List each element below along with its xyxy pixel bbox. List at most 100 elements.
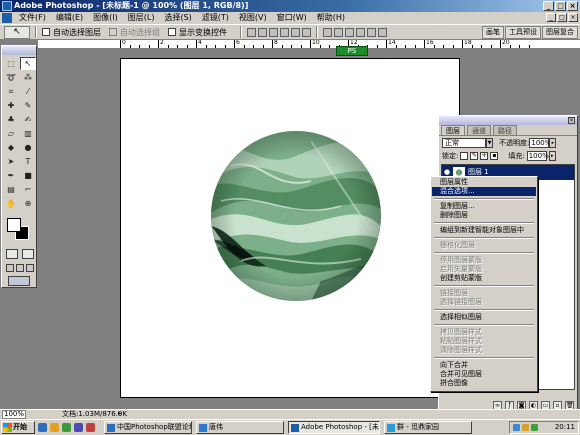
menu-window[interactable]: 窗口(W) xyxy=(272,12,312,24)
context-menu-item[interactable]: 删除图层 xyxy=(432,211,536,220)
type-tool-icon[interactable]: T xyxy=(20,155,36,168)
document-canvas[interactable] xyxy=(120,58,460,398)
move-tool-icon[interactable]: ↖ xyxy=(20,57,36,70)
document-icon[interactable] xyxy=(2,13,12,23)
lock-transparency-icon[interactable] xyxy=(460,151,469,160)
menu-file[interactable]: 文件(F) xyxy=(14,12,51,24)
menu-view[interactable]: 视图(V) xyxy=(234,12,272,24)
maximize-button[interactable]: □ xyxy=(555,1,566,11)
standard-screen-mode-icon[interactable] xyxy=(6,264,14,272)
context-menu-item[interactable]: 图层属性 xyxy=(432,178,536,187)
show-transform-controls-checkbox[interactable]: 显示变换控件 xyxy=(168,27,227,38)
fill-slider-icon[interactable]: ▸ xyxy=(548,150,556,161)
brush-tool-icon[interactable]: ✎ xyxy=(20,99,36,112)
blend-mode-dropdown-icon[interactable]: ▼ xyxy=(486,137,493,148)
context-menu-item[interactable]: 创建剪贴蒙版 xyxy=(432,274,536,283)
align-middle-icon[interactable] xyxy=(258,27,267,37)
doc-close-button[interactable]: × xyxy=(568,13,578,22)
context-menu-item[interactable]: 拼合图像 xyxy=(432,379,536,388)
distribute-right-icon[interactable] xyxy=(378,27,387,37)
palette-well-tool-presets-tab[interactable]: 工具预设 xyxy=(505,26,541,39)
align-left-icon[interactable] xyxy=(280,27,289,37)
context-menu-item[interactable]: 混合选项... xyxy=(432,187,536,196)
align-right-icon[interactable] xyxy=(302,27,311,37)
magic-wand-tool-icon[interactable]: ⁂ xyxy=(20,71,36,84)
auto-select-layer-checkbox[interactable]: 自动选择图层 xyxy=(42,27,101,38)
window-title-bar[interactable]: Adobe Photoshop - [未标题-1 @ 100% (图层 1, R… xyxy=(0,0,580,12)
minimize-button[interactable]: _ xyxy=(543,1,554,11)
quick-mask-mode-icon[interactable] xyxy=(22,249,34,259)
taskbar-button-photoshop[interactable]: Adobe Photoshop - [未标... xyxy=(288,421,380,434)
shape-tool-icon[interactable]: ■ xyxy=(20,169,36,182)
move-tool-preset-icon[interactable]: ↖ xyxy=(4,25,30,39)
blend-mode-select[interactable]: 正常 xyxy=(442,137,486,148)
full-screen-mode-icon[interactable] xyxy=(26,264,34,272)
distribute-left-icon[interactable] xyxy=(356,27,365,37)
distribute-top-icon[interactable] xyxy=(323,27,332,37)
context-menu-item[interactable]: 向下合并 xyxy=(432,361,536,370)
menu-image[interactable]: 图像(I) xyxy=(88,12,123,24)
context-menu-item[interactable]: 选择相似图层 xyxy=(432,313,536,322)
zoom-tool-icon[interactable]: ⊕ xyxy=(20,197,36,210)
gradient-tool-icon[interactable]: ▥ xyxy=(20,127,36,140)
lock-image-icon[interactable]: ✎ xyxy=(470,151,479,160)
folder-icon[interactable] xyxy=(50,423,59,432)
app-icon[interactable] xyxy=(86,423,95,432)
align-top-icon[interactable] xyxy=(247,27,256,37)
distribute-center-icon[interactable] xyxy=(367,27,376,37)
menu-select[interactable]: 选择(S) xyxy=(159,12,196,24)
fill-field[interactable]: 100% xyxy=(526,150,549,161)
menu-help[interactable]: 帮助(H) xyxy=(312,12,350,24)
eye-visibility-icon[interactable]: ● xyxy=(444,168,452,176)
align-center-icon[interactable] xyxy=(291,27,300,37)
opacity-field[interactable]: 100% xyxy=(529,137,551,148)
palette-well-layer-comps-tab[interactable]: 图层复合 xyxy=(542,26,578,39)
menu-layer[interactable]: 图层(L) xyxy=(123,12,160,24)
foreground-color-swatch[interactable] xyxy=(7,218,21,232)
blur-tool-icon[interactable]: ◆ xyxy=(3,141,19,154)
palette-well-brushes-tab[interactable]: 画笔 xyxy=(482,26,504,39)
pen-tool-icon[interactable]: ✒ xyxy=(3,169,19,182)
slice-tool-icon[interactable]: ⁄ xyxy=(20,85,36,98)
standard-mode-icon[interactable] xyxy=(6,249,18,259)
lock-position-icon[interactable]: ✛ xyxy=(480,151,489,160)
eyedropper-tool-icon[interactable]: ⌐ xyxy=(20,183,36,196)
horizontal-ruler[interactable]: 0 2 4 6 8 10 12 14 16 18 20 xyxy=(38,40,580,49)
tab-layers[interactable]: 图层 xyxy=(441,125,465,135)
palette-close-icon[interactable]: × xyxy=(568,117,575,124)
start-button[interactable]: 开始 xyxy=(1,421,35,434)
lock-all-icon[interactable]: ▪ xyxy=(490,151,499,160)
tab-channels[interactable]: 通道 xyxy=(467,125,491,135)
volume-icon[interactable] xyxy=(522,424,529,431)
opacity-slider-icon[interactable]: ▸ xyxy=(549,137,557,148)
close-button[interactable]: × xyxy=(567,1,578,11)
path-selection-tool-icon[interactable]: ➤ xyxy=(3,155,19,168)
taskbar-button-chat[interactable]: 唐伟 xyxy=(196,421,284,434)
menu-filter[interactable]: 滤镜(T) xyxy=(197,12,234,24)
tab-paths[interactable]: 路径 xyxy=(493,125,517,135)
distribute-bottom-icon[interactable] xyxy=(345,27,354,37)
lasso-tool-icon[interactable]: ➰ xyxy=(3,71,19,84)
distribute-middle-icon[interactable] xyxy=(334,27,343,37)
taskbar-button-forum[interactable]: 中国Photoshop联盟论坛... xyxy=(104,421,192,434)
ie-icon[interactable] xyxy=(38,423,47,432)
toolbox-title-bar[interactable] xyxy=(2,46,36,55)
clone-stamp-tool-icon[interactable]: ♣ xyxy=(3,113,19,126)
doc-restore-button[interactable]: □ xyxy=(557,13,567,22)
crop-tool-icon[interactable]: ⌗ xyxy=(3,85,19,98)
context-menu-item[interactable]: 编组到新建智能对象图层中 xyxy=(432,226,536,235)
media-icon[interactable] xyxy=(74,423,83,432)
history-brush-tool-icon[interactable]: ✍ xyxy=(20,113,36,126)
hand-tool-icon[interactable]: ✋ xyxy=(3,197,19,210)
full-screen-menu-mode-icon[interactable] xyxy=(16,264,24,272)
marquee-tool-icon[interactable]: ⬚ xyxy=(3,57,19,70)
context-menu-item[interactable]: 复制图层... xyxy=(432,202,536,211)
desktop-icon[interactable] xyxy=(62,423,71,432)
doc-minimize-button[interactable]: _ xyxy=(546,13,556,22)
align-bottom-icon[interactable] xyxy=(269,27,278,37)
notes-tool-icon[interactable]: ▤ xyxy=(3,183,19,196)
messenger-icon[interactable] xyxy=(531,424,538,431)
dodge-tool-icon[interactable]: ● xyxy=(20,141,36,154)
taskbar-button-group[interactable]: 群 - 觅鼎家园 xyxy=(384,421,472,434)
context-menu-item[interactable]: 合并可见图层 xyxy=(432,370,536,379)
